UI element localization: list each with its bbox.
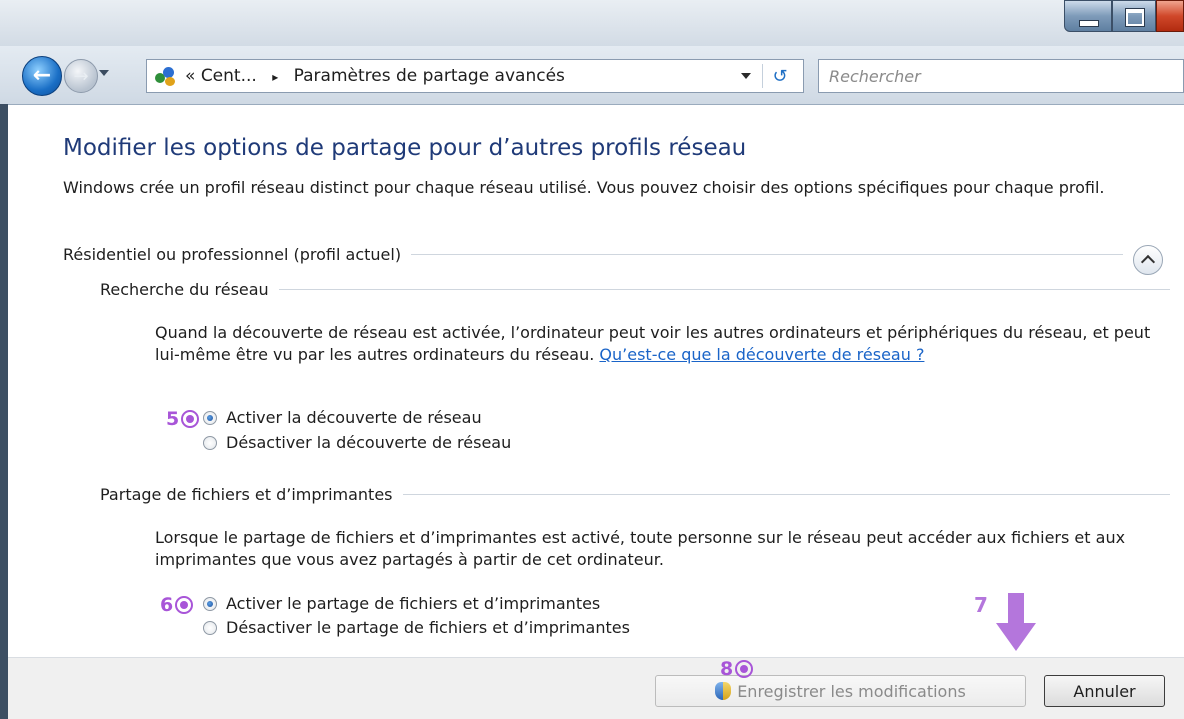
- breadcrumb: « Cent... ▸ Paramètres de partage avancé…: [185, 66, 565, 86]
- window-titlebar: [0, 0, 1184, 46]
- target-icon: [181, 410, 200, 428]
- annotation-number-7: 7: [974, 593, 988, 617]
- uac-shield-icon: [715, 682, 732, 700]
- forward-button[interactable]: →: [64, 59, 98, 93]
- annotation-marker-5: 5: [166, 408, 200, 430]
- network-discovery-label: Recherche du réseau: [100, 280, 269, 299]
- save-changes-label: Enregistrer les modifications: [737, 681, 966, 701]
- radio-disable-discovery[interactable]: Désactiver la découverte de réseau: [203, 433, 511, 452]
- radio-disable-file-sharing[interactable]: Désactiver le partage de fichiers et d’i…: [203, 618, 630, 637]
- search-box[interactable]: [818, 59, 1184, 93]
- forward-arrow-icon: →: [73, 65, 89, 87]
- network-discovery-description: Quand la découverte de réseau est activé…: [155, 322, 1165, 366]
- file-sharing-header: Partage de fichiers et d’imprimantes: [100, 485, 1170, 504]
- refresh-icon[interactable]: ↺: [762, 64, 797, 88]
- profile-header: Résidentiel ou professionnel (profil act…: [63, 245, 1123, 264]
- divider: [402, 494, 1170, 495]
- window-frame-edge: [0, 104, 8, 719]
- chevron-up-icon: [1140, 254, 1156, 270]
- network-discovery-help-link[interactable]: Qu’est-ce que la découverte de réseau ?: [599, 345, 924, 364]
- target-icon: [175, 596, 194, 614]
- back-arrow-icon: ←: [32, 63, 52, 88]
- breadcrumb-item-control-panel[interactable]: Cent...: [201, 66, 257, 86]
- annotation-marker-8: 8: [720, 658, 754, 680]
- search-input[interactable]: [819, 65, 1183, 87]
- breadcrumb-separator-icon[interactable]: ▸: [272, 70, 278, 84]
- radio-checked-icon[interactable]: [203, 596, 217, 611]
- annotation-marker-6: 6: [160, 594, 194, 616]
- main-content: Modifier les options de partage pour d’a…: [8, 105, 1184, 657]
- radio-label: Activer la découverte de réseau: [226, 408, 482, 427]
- address-dropdown-icon[interactable]: [741, 73, 751, 79]
- profile-header-label: Résidentiel ou professionnel (profil act…: [63, 245, 402, 264]
- target-icon: [735, 660, 754, 678]
- intro-text: Windows crée un profil réseau distinct p…: [63, 178, 1105, 197]
- back-button[interactable]: ←: [22, 56, 62, 96]
- radio-label: Désactiver la découverte de réseau: [226, 433, 512, 452]
- dialog-button-bar: Enregistrer les modifications 8 Annuler: [8, 657, 1184, 719]
- radio-enable-file-sharing[interactable]: Activer le partage de fichiers et d’impr…: [203, 594, 600, 613]
- network-icon: [153, 65, 179, 87]
- radio-enable-discovery[interactable]: Activer la découverte de réseau: [203, 408, 482, 427]
- breadcrumb-overflow[interactable]: «: [185, 66, 195, 86]
- page-title: Modifier les options de partage pour d’a…: [63, 135, 747, 161]
- minimize-button[interactable]: [1064, 0, 1112, 32]
- radio-unchecked-icon[interactable]: [203, 435, 217, 450]
- annotation-number: 8: [720, 658, 734, 680]
- recent-pages-dropdown[interactable]: [99, 70, 109, 76]
- annotation-number: 5: [166, 408, 180, 430]
- file-sharing-label: Partage de fichiers et d’imprimantes: [100, 485, 393, 504]
- address-bar[interactable]: « Cent... ▸ Paramètres de partage avancé…: [146, 59, 804, 93]
- breadcrumb-item-advanced-sharing[interactable]: Paramètres de partage avancés: [294, 66, 565, 86]
- divider: [278, 289, 1170, 290]
- down-arrow-icon: [996, 593, 1036, 653]
- maximize-button[interactable]: [1112, 0, 1156, 32]
- close-button[interactable]: [1156, 0, 1184, 32]
- annotation-number: 6: [160, 594, 174, 616]
- radio-label: Désactiver le partage de fichiers et d’i…: [226, 618, 630, 637]
- radio-label: Activer le partage de fichiers et d’impr…: [226, 594, 601, 613]
- navigation-bar: ← → « Cent... ▸ Paramètres de partage av…: [0, 46, 1184, 105]
- file-sharing-description: Lorsque le partage de fichiers et d’impr…: [155, 528, 1126, 569]
- radio-unchecked-icon[interactable]: [203, 620, 217, 635]
- radio-checked-icon[interactable]: [203, 410, 217, 425]
- divider: [411, 254, 1123, 255]
- network-discovery-header: Recherche du réseau: [100, 280, 1170, 299]
- cancel-button[interactable]: Annuler: [1044, 675, 1165, 707]
- collapse-profile-button[interactable]: [1133, 245, 1163, 275]
- save-changes-button[interactable]: Enregistrer les modifications: [655, 675, 1026, 707]
- window-controls: [1064, 0, 1184, 34]
